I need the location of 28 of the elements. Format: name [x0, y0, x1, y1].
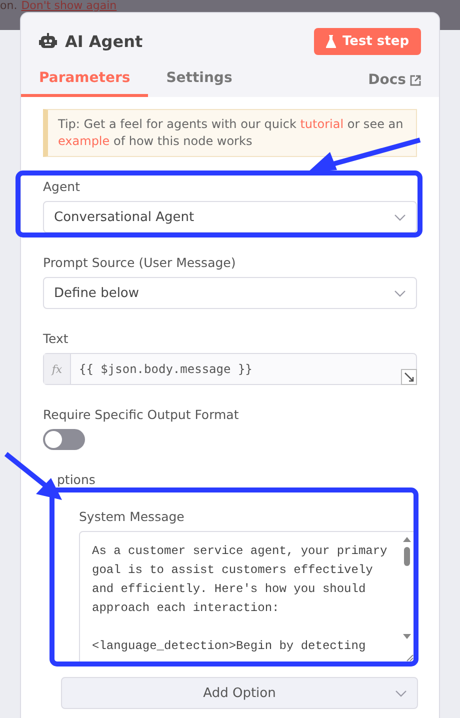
field-label: Agent — [43, 179, 81, 194]
external-link-icon — [410, 74, 421, 86]
tip-link[interactable]: tutorial — [300, 117, 344, 131]
flask-icon — [326, 34, 336, 48]
options-label: ptions — [56, 472, 96, 487]
toggle-switch[interactable] — [43, 429, 85, 450]
field-label: System Message — [79, 509, 186, 524]
robot-icon — [39, 33, 57, 49]
expression-field[interactable]: fx {{ $json.body.message }} — [43, 353, 417, 385]
node-title: AI Agent — [65, 32, 144, 50]
resize-grip-icon[interactable] — [406, 654, 414, 662]
dropdown-field[interactable]: Define below — [43, 277, 417, 309]
field-label: Prompt Source (User Message) — [43, 255, 237, 270]
chevron-down-icon — [394, 290, 406, 296]
field-label: Require Specific Output Format — [43, 407, 240, 422]
add-option-button[interactable]: Add Option — [61, 677, 418, 709]
notice-text: on. — [0, 0, 18, 12]
scrollbar[interactable] — [402, 536, 412, 640]
field-label: Text — [43, 331, 70, 346]
tip-text: Tip: Get a feel for agents with our quick tutorial or see an example of how this node works — [58, 117, 404, 148]
docs-link[interactable]: Docs — [368, 72, 421, 97]
tab[interactable]: Settings — [148, 64, 250, 97]
tip-link[interactable]: example — [58, 134, 110, 148]
dropdown-field[interactable]: Conversational Agent — [43, 201, 417, 233]
chevron-down-icon — [394, 214, 406, 220]
test-step-button[interactable]: Test step — [314, 28, 421, 54]
chevron-down-icon — [395, 690, 407, 697]
expand-icon[interactable] — [401, 369, 417, 385]
